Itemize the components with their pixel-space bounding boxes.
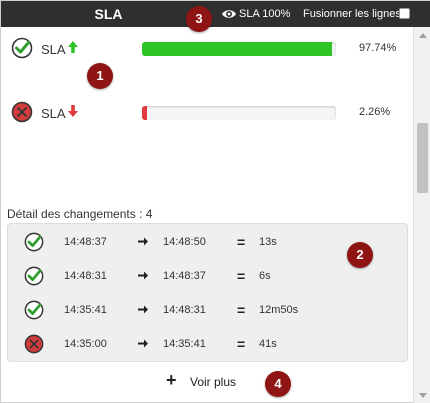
merge-lines-checkbox[interactable] <box>399 8 410 19</box>
change-end-time: 14:48:50 <box>163 236 206 248</box>
change-duration: 12m50s <box>259 304 299 316</box>
plus-icon: + <box>166 370 177 390</box>
scroll-up-arrow[interactable] <box>419 33 427 38</box>
check-circle-icon <box>24 232 44 252</box>
equals-sign: = <box>237 302 246 318</box>
annotation-badge-2: 2 <box>347 242 373 268</box>
changes-detail-title: Détail des changements : 4 <box>7 207 153 221</box>
vertical-scrollbar[interactable] <box>413 27 430 403</box>
sla-row-ko: SLA 2.26% <box>1 99 413 125</box>
arrow-right-icon <box>138 339 148 348</box>
sla-progress-fill <box>142 106 147 120</box>
annotation-badge-4: 4 <box>265 371 291 397</box>
sla-label: SLA <box>41 42 66 57</box>
equals-sign: = <box>237 234 246 250</box>
panel-content: SLA 97.74% SLA 2.26% Détail des changeme… <box>1 27 413 403</box>
arrow-right-icon <box>138 271 148 280</box>
panel-header: SLA SLA 100% Fusionner les lignes <box>1 1 430 27</box>
sla-progress-bar <box>142 106 336 120</box>
scrollbar-thumb[interactable] <box>417 123 428 193</box>
equals-sign: = <box>237 336 246 352</box>
scroll-down-arrow[interactable] <box>419 393 427 398</box>
annotation-badge-3: 3 <box>186 6 212 32</box>
equals-sign: = <box>237 268 246 284</box>
arrow-right-icon <box>138 237 148 246</box>
sla-progress-fill <box>142 42 332 56</box>
change-duration: 13s <box>259 236 277 248</box>
change-start-time: 14:35:41 <box>64 304 107 316</box>
change-end-time: 14:48:37 <box>163 270 206 282</box>
sla-percent: 97.74% <box>359 42 397 54</box>
arrow-down-icon <box>68 105 78 117</box>
change-start-time: 14:48:31 <box>64 270 107 282</box>
change-start-time: 14:48:37 <box>64 236 107 248</box>
arrow-up-icon <box>68 41 78 53</box>
panel-title: SLA <box>94 6 123 22</box>
change-end-time: 14:35:41 <box>163 338 206 350</box>
merge-lines-label: Fusionner les lignes <box>303 8 401 20</box>
change-duration: 6s <box>259 270 271 282</box>
sla-progress-bar <box>142 42 336 56</box>
change-row: 14:35:41 14:48:31 = 12m50s <box>8 294 408 328</box>
cross-circle-icon <box>24 334 44 354</box>
sla-label: SLA <box>41 106 66 121</box>
check-circle-icon <box>11 37 33 59</box>
arrow-right-icon <box>138 305 148 314</box>
change-end-time: 14:48:31 <box>163 304 206 316</box>
changes-list: 14:48:37 14:48:50 = 13s 14:48:31 14:48:3… <box>7 223 408 362</box>
change-row: 14:48:31 14:48:37 = 6s <box>8 260 408 294</box>
sla-percent: 2.26% <box>359 106 391 118</box>
eye-icon[interactable] <box>221 7 237 21</box>
voir-plus-label: Voir plus <box>190 375 237 389</box>
change-start-time: 14:35:00 <box>64 338 107 350</box>
sla100-toggle[interactable]: SLA 100% <box>239 8 290 20</box>
cross-circle-icon <box>11 101 33 123</box>
check-circle-icon <box>24 266 44 286</box>
check-circle-icon <box>24 300 44 320</box>
change-row: 14:35:00 14:35:41 = 41s <box>8 328 408 362</box>
sla-panel: SLA SLA 100% Fusionner les lignes SLA 97… <box>0 0 430 403</box>
annotation-badge-1: 1 <box>87 63 113 89</box>
change-duration: 41s <box>259 338 277 350</box>
sla-row-ok: SLA 97.74% <box>1 35 413 61</box>
